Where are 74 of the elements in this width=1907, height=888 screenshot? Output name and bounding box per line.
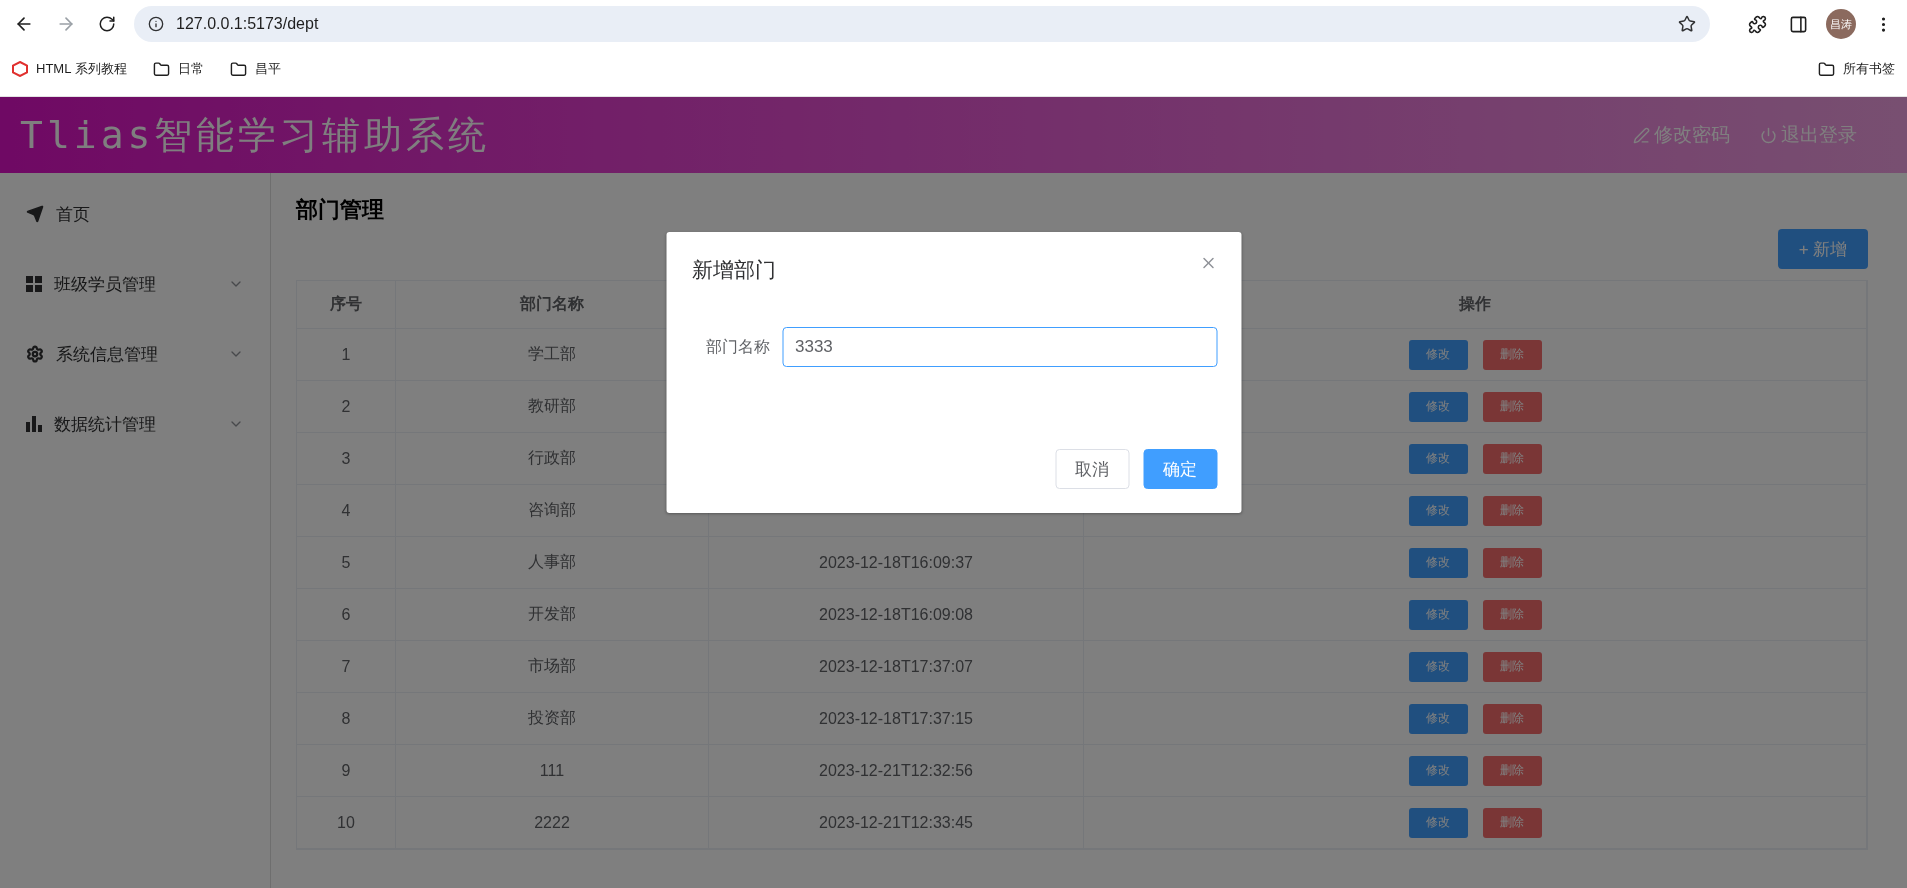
table-cell: 2023-12-18T16:09:37 xyxy=(709,537,1084,589)
department-name-input[interactable]: 3333 xyxy=(782,327,1217,367)
send-icon xyxy=(26,205,44,223)
app-title: Tlias智能学习辅助系统 xyxy=(20,111,492,159)
folder-icon xyxy=(152,60,170,78)
delete-button[interactable]: 删除 xyxy=(1482,495,1542,526)
table-cell: 市场部 xyxy=(396,641,709,693)
menu-item[interactable]: 班级学员管理 xyxy=(54,272,216,296)
dialog-title: 新增部门 xyxy=(692,257,776,283)
grid-icon xyxy=(26,276,42,292)
table-cell: 4 xyxy=(297,485,396,537)
pencil-icon xyxy=(1633,126,1650,144)
edit-button[interactable]: 修改 xyxy=(1408,547,1468,578)
url-text: 127.0.0.1:5173/dept xyxy=(176,15,320,33)
table-cell: 10 xyxy=(297,797,396,849)
bookmark-star-icon[interactable] xyxy=(1678,15,1696,33)
bookmark-link[interactable]: HTML 系列教程 xyxy=(12,60,127,78)
table-cell: 5 xyxy=(297,537,396,589)
delete-button[interactable]: 删除 xyxy=(1482,651,1542,682)
menu-item[interactable]: 首页 xyxy=(56,202,244,226)
edit-button[interactable]: 修改 xyxy=(1408,703,1468,734)
folder-icon xyxy=(1818,60,1835,78)
bookmark-link[interactable]: 昌平 xyxy=(229,60,281,78)
all-bookmarks-link[interactable]: 所有书签 xyxy=(1818,60,1895,78)
confirm-button[interactable]: 确定 xyxy=(1143,449,1217,489)
address-bar[interactable]: 127.0.0.1:5173/dept xyxy=(134,6,1710,42)
table-cell: 8 xyxy=(297,693,396,745)
table-cell: 2023-12-21T12:33:45 xyxy=(709,797,1084,849)
table-cell: 人事部 xyxy=(396,537,709,589)
delete-button[interactable]: 删除 xyxy=(1482,807,1542,838)
page-title: 部门管理 xyxy=(296,196,385,224)
delete-button[interactable]: 删除 xyxy=(1482,599,1542,630)
table-cell: 2222 xyxy=(396,797,709,849)
table-cell: 2023-12-18T17:37:15 xyxy=(709,693,1084,745)
table-cell: 7 xyxy=(297,641,396,693)
info-icon xyxy=(148,16,164,32)
bookmark-link[interactable]: 日常 xyxy=(152,60,204,78)
edit-button[interactable]: 修改 xyxy=(1408,807,1468,838)
site-icon xyxy=(12,61,28,77)
table-cell: 9 xyxy=(297,745,396,797)
table-cell: 2 xyxy=(297,381,396,433)
table-cell: 投资部 xyxy=(396,693,709,745)
table-cell: 111 xyxy=(396,745,709,797)
menu-item[interactable]: 系统信息管理 xyxy=(56,342,216,366)
table-cell: 2023-12-18T17:37:07 xyxy=(709,641,1084,693)
bar-chart-icon xyxy=(26,416,42,432)
delete-button[interactable]: 删除 xyxy=(1482,391,1542,422)
delete-button[interactable]: 删除 xyxy=(1482,547,1542,578)
delete-button[interactable]: 删除 xyxy=(1482,755,1542,786)
folder-icon xyxy=(229,60,247,78)
menu-item[interactable]: 数据统计管理 xyxy=(54,412,216,436)
table-cell: 6 xyxy=(297,589,396,641)
add-button[interactable]: + 新增 xyxy=(1778,229,1868,269)
table-cell: 3 xyxy=(297,433,396,485)
edit-button[interactable]: 修改 xyxy=(1408,651,1468,682)
table-cell: 1 xyxy=(297,329,396,381)
delete-button[interactable]: 删除 xyxy=(1482,443,1542,474)
settings-icon xyxy=(26,345,44,363)
edit-button[interactable]: 修改 xyxy=(1408,755,1468,786)
edit-button[interactable]: 修改 xyxy=(1408,443,1468,474)
power-icon xyxy=(1760,126,1777,144)
field-label: 部门名称 xyxy=(706,336,770,357)
edit-button[interactable]: 修改 xyxy=(1408,495,1468,526)
column-header: 序号 xyxy=(297,281,396,329)
edit-button[interactable]: 修改 xyxy=(1408,339,1468,370)
profile-avatar[interactable]: 昌涛 xyxy=(1826,9,1856,39)
table-cell: 2023-12-21T12:32:56 xyxy=(709,745,1084,797)
edit-button[interactable]: 修改 xyxy=(1408,599,1468,630)
delete-button[interactable]: 删除 xyxy=(1482,703,1542,734)
table-cell: 开发部 xyxy=(396,589,709,641)
edit-button[interactable]: 修改 xyxy=(1408,391,1468,422)
delete-button[interactable]: 删除 xyxy=(1482,339,1542,370)
table-cell: 2023-12-18T16:09:08 xyxy=(709,589,1084,641)
cancel-button[interactable]: 取消 xyxy=(1055,449,1129,489)
